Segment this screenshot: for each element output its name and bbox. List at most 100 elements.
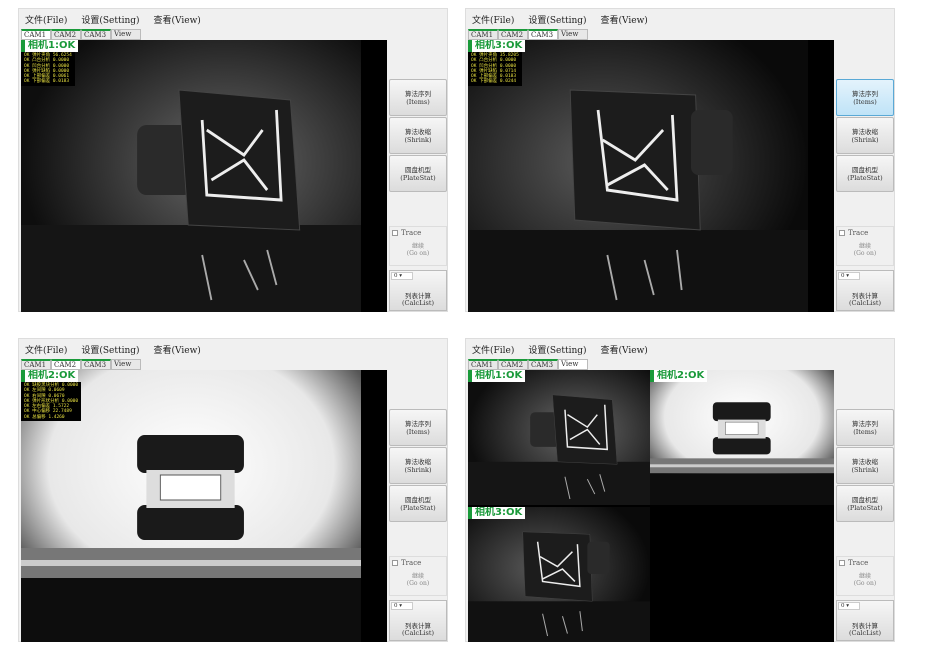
platestat-button[interactable]: 圆盘机型 (PlateStat) xyxy=(389,155,447,192)
index-select[interactable]: 0 ▾ xyxy=(838,602,860,610)
button-label-en: (PlateStat) xyxy=(400,503,436,512)
items-button[interactable]: 算法序列 (Items) xyxy=(389,79,447,116)
tab-cam1[interactable]: CAM1 xyxy=(468,359,498,370)
shrink-button[interactable]: 算法收缩 (Shrink) xyxy=(836,117,894,154)
items-button[interactable]: 算法序列 (Items) xyxy=(836,79,894,116)
go-on-cn: 继续 xyxy=(411,573,424,580)
tab-cam2[interactable]: CAM2 xyxy=(51,29,81,40)
menu-setting[interactable]: 设置(Setting) xyxy=(81,13,139,29)
shrink-button[interactable]: 算法收缩 (Shrink) xyxy=(389,447,447,484)
calc-list-button[interactable]: 0 ▾ 列表计算 (CalcList) xyxy=(836,600,894,641)
tab-cam1[interactable]: CAM1 xyxy=(21,29,51,40)
go-on-button[interactable]: 继续 (Go on) xyxy=(392,573,444,587)
tab-cam3[interactable]: CAM3 xyxy=(81,29,111,40)
index-select[interactable]: 0 ▾ xyxy=(838,272,860,280)
button-label-cn: 算法收缩 xyxy=(852,127,878,136)
trace-group: Trace 继续 (Go on) xyxy=(836,226,894,266)
tab-cam2[interactable]: CAM2 xyxy=(498,29,528,40)
tab-cam3[interactable]: CAM3 xyxy=(528,359,558,370)
menu-file[interactable]: 文件(File) xyxy=(472,13,514,29)
camera-viewport: 相机1:OK OK 弹片夹角 56.6254 OK 凸台分析 0.0000 OK 凹台… xyxy=(21,40,387,312)
trace-checkbox[interactable]: Trace xyxy=(392,559,444,567)
shrink-button[interactable]: 算法收缩 (Shrink) xyxy=(836,447,894,484)
calc-en: (CalcList) xyxy=(402,299,434,307)
tab-cam3[interactable]: CAM3 xyxy=(528,29,558,40)
menu-view[interactable]: 查看(View) xyxy=(601,343,648,359)
go-on-en: (Go on) xyxy=(406,250,430,257)
tab-view[interactable]: View xyxy=(111,359,141,370)
app-window-1: 文件(File) 设置(Setting) 查看(View) CAM1 CAM2 CAM3 V… xyxy=(18,8,448,312)
inspection-results: OK 缺胶黑块分析 0.0000 OK 左间隙 0.0609 OK 右间隙 0.06… xyxy=(21,382,82,422)
menu-view[interactable]: 查看(View) xyxy=(601,13,648,29)
trace-label: Trace xyxy=(401,229,422,237)
button-label-en: (Shrink) xyxy=(851,135,879,144)
trace-checkbox[interactable]: Trace xyxy=(839,559,891,567)
trace-label: Trace xyxy=(848,559,869,567)
go-on-cn: 继续 xyxy=(858,243,871,250)
checkbox-icon[interactable] xyxy=(392,230,398,236)
index-select[interactable]: 0 ▾ xyxy=(391,602,413,610)
button-label-cn: 算法序列 xyxy=(405,89,431,98)
menu-view[interactable]: 查看(View) xyxy=(154,343,201,359)
go-on-button[interactable]: 继续 (Go on) xyxy=(839,243,891,257)
tab-bar: CAM1 CAM2 CAM3 View xyxy=(19,29,447,40)
menu-setting[interactable]: 设置(Setting) xyxy=(528,343,586,359)
calc-label: 列表计算 (CalcList) xyxy=(390,623,446,637)
platestat-button[interactable]: 圆盘机型 (PlateStat) xyxy=(389,485,447,522)
menu-view[interactable]: 查看(View) xyxy=(154,13,201,29)
tab-cam1[interactable]: CAM1 xyxy=(468,29,498,40)
inspection-results: OK 弹片夹角 56.6254 OK 凸台分析 0.0000 OK 凹台分析 0.0… xyxy=(21,52,75,86)
checkbox-icon[interactable] xyxy=(839,230,845,236)
camera-status-label: 相机3:OK xyxy=(468,40,526,52)
side-panel: 算法序列 (Items) 算法收缩 (Shrink) 圆盘机型 (PlateStat) Tr… xyxy=(387,370,449,642)
trace-checkbox[interactable]: Trace xyxy=(839,229,891,237)
camera-view: 相机3:OK xyxy=(468,507,650,642)
camera-viewport: 相机1:OK 相机2:OK 相机3:OK xyxy=(468,370,834,642)
go-on-en: (Go on) xyxy=(853,250,877,257)
menu-setting[interactable]: 设置(Setting) xyxy=(528,13,586,29)
camera-image xyxy=(468,370,650,505)
platestat-button[interactable]: 圆盘机型 (PlateStat) xyxy=(836,485,894,522)
tab-cam2[interactable]: CAM2 xyxy=(498,359,528,370)
calc-list-button[interactable]: 0 ▾ 列表计算 (CalcList) xyxy=(389,270,447,311)
checkbox-icon[interactable] xyxy=(392,560,398,566)
camera-status-label: 相机1:OK xyxy=(21,40,79,52)
trace-label: Trace xyxy=(848,229,869,237)
tab-cam2[interactable]: CAM2 xyxy=(51,359,81,370)
camera-status-label: 相机1:OK xyxy=(468,370,526,382)
menu-file[interactable]: 文件(File) xyxy=(472,343,514,359)
tab-view[interactable]: View xyxy=(558,359,588,370)
shrink-button[interactable]: 算法收缩 (Shrink) xyxy=(389,117,447,154)
button-label-cn: 圆盘机型 xyxy=(852,165,878,174)
trace-group: Trace 继续 (Go on) xyxy=(836,556,894,596)
items-button[interactable]: 算法序列 (Items) xyxy=(389,409,447,446)
menu-file[interactable]: 文件(File) xyxy=(25,343,67,359)
tab-cam3[interactable]: CAM3 xyxy=(81,359,111,370)
go-on-button[interactable]: 继续 (Go on) xyxy=(839,573,891,587)
tab-cam1[interactable]: CAM1 xyxy=(21,359,51,370)
result-line: OK 中心偏移 22.7489 xyxy=(24,409,72,415)
app-window-4: 文件(File) 设置(Setting) 查看(View) CAM1 CAM2 CAM3 V… xyxy=(465,338,895,642)
tab-view[interactable]: View xyxy=(111,29,141,40)
camera-status-label: 相机2:OK xyxy=(650,370,708,382)
button-label-cn: 算法序列 xyxy=(405,419,431,428)
camera-view: 相机1:OK xyxy=(468,370,650,505)
menu-file[interactable]: 文件(File) xyxy=(25,13,67,29)
trace-group: Trace 继续 (Go on) xyxy=(389,226,447,266)
go-on-button[interactable]: 继续 (Go on) xyxy=(392,243,444,257)
calc-list-button[interactable]: 0 ▾ 列表计算 (CalcList) xyxy=(389,600,447,641)
tab-view[interactable]: View xyxy=(558,29,588,40)
calc-list-button[interactable]: 0 ▾ 列表计算 (CalcList) xyxy=(836,270,894,311)
index-select[interactable]: 0 ▾ xyxy=(391,272,413,280)
button-label-en: (Items) xyxy=(406,97,430,106)
app-window-2: 文件(File) 设置(Setting) 查看(View) CAM1 CAM2 CAM3 V… xyxy=(465,8,895,312)
checkbox-icon[interactable] xyxy=(839,560,845,566)
menu-setting[interactable]: 设置(Setting) xyxy=(81,343,139,359)
button-label-cn: 圆盘机型 xyxy=(405,495,431,504)
trace-checkbox[interactable]: Trace xyxy=(392,229,444,237)
button-label-cn: 算法收缩 xyxy=(852,457,878,466)
platestat-button[interactable]: 圆盘机型 (PlateStat) xyxy=(836,155,894,192)
items-button[interactable]: 算法序列 (Items) xyxy=(836,409,894,446)
tab-bar: CAM1 CAM2 CAM3 View xyxy=(466,29,894,40)
button-label-cn: 圆盘机型 xyxy=(852,495,878,504)
